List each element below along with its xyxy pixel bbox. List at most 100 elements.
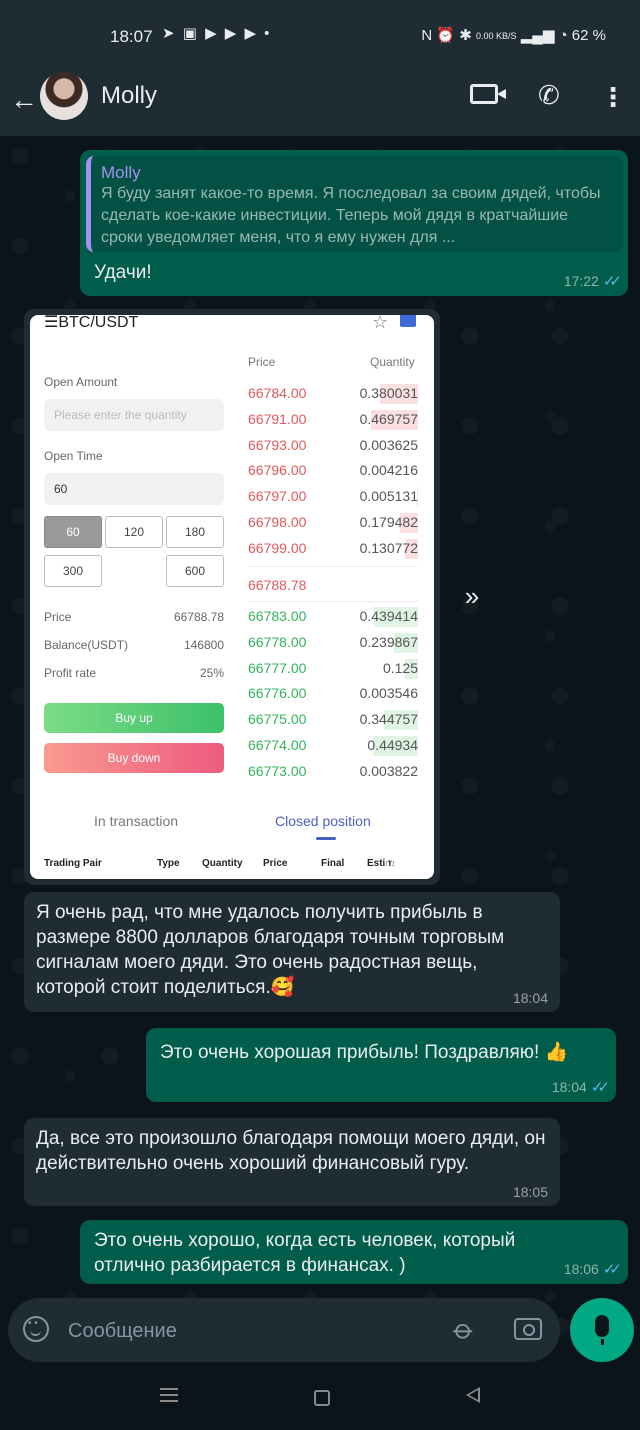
orderbook-row: 66799.00 0.130772 <box>248 537 418 561</box>
order-price: 66791.00 <box>248 410 307 427</box>
price-label: Price <box>44 610 72 624</box>
buy-down-button: Buy down <box>44 743 224 773</box>
orderbook-row: 66783.00 0.439414 <box>248 605 418 629</box>
order-price: 66773.00 <box>248 762 307 779</box>
order-quantity: 0.469757 <box>359 410 418 427</box>
more-options-icon[interactable]: ⋮ <box>600 82 626 113</box>
message-meta: 17:22 ✓✓ <box>563 272 622 290</box>
message-bubble-incoming[interactable]: Да, все это произошло благодаря помощи м… <box>24 1118 560 1206</box>
table-header: Trading Pair <box>44 858 102 869</box>
order-price: 66774.00 <box>248 737 307 753</box>
balance-label: Balance(USDT) <box>44 638 129 652</box>
pair-title: ☰BTC/USDT <box>44 315 139 331</box>
order-quantity: 0.344757 <box>359 711 418 728</box>
order-price: 66777.00 <box>248 659 307 676</box>
home-icon[interactable] <box>314 1390 330 1406</box>
profit-value: 25% <box>199 666 224 680</box>
order-price: 66783.00 <box>248 608 307 624</box>
time-option: 600 <box>166 555 224 587</box>
order-price: 66793.00 <box>248 436 307 453</box>
order-quantity: 0.003546 <box>359 685 418 702</box>
status-time: 18:07 <box>110 27 153 46</box>
message-time: 18:05 <box>512 1184 548 1200</box>
avatar[interactable] <box>40 72 88 120</box>
message-bubble-outgoing[interactable]: Это очень хорошая прибыль! Поздравляю! 👍… <box>146 1028 616 1102</box>
order-price: 66776.00 <box>248 685 307 702</box>
image-message[interactable]: ☰BTC/USDT ☆ Open Amount Please enter the… <box>24 309 440 885</box>
order-quantity: 0.439414 <box>359 608 418 624</box>
table-header: Final <box>321 858 345 869</box>
quoted-message[interactable]: Molly Я буду занят какое-то время. Я пос… <box>86 156 622 252</box>
open-time-label: Open Time <box>44 449 103 463</box>
profit-label: Profit rate <box>44 666 97 680</box>
order-price: 66799.00 <box>248 539 307 556</box>
time-option: 180 <box>166 516 224 548</box>
table-header: Type <box>157 858 180 869</box>
battery-percent: 62 % <box>571 27 606 44</box>
order-quantity: 0.380031 <box>359 385 418 401</box>
message-time: 18:06 <box>563 1261 599 1277</box>
message-composer: ⌀ <box>8 1298 560 1364</box>
message-time: 18:03 <box>383 856 419 872</box>
quantity-field: Please enter the quantity <box>44 399 224 431</box>
voice-record-button[interactable] <box>570 1298 634 1362</box>
attach-icon[interactable]: ⌀ <box>447 1312 482 1347</box>
chat-header: ← Molly ✆ ⋮ <box>0 72 640 136</box>
net-speed: 0.00 KB/S <box>475 30 517 41</box>
orderbook-row: 66776.00 0.003546 <box>248 682 418 706</box>
time-option: 60 <box>44 516 102 548</box>
orderbook-row: 66775.00 0.344757 <box>248 708 418 732</box>
orderbook-row: 66784.00 0.380031 <box>248 382 418 406</box>
order-quantity: 0.239867 <box>359 633 418 650</box>
video-call-icon[interactable] <box>470 84 506 104</box>
orderbook-price-header: Price <box>248 355 276 369</box>
open-amount-label: Open Amount <box>44 375 118 389</box>
orderbook-divider <box>248 601 418 602</box>
message-time: 18:04 <box>512 990 548 1006</box>
contact-name[interactable]: Molly <box>101 82 157 110</box>
camera-icon[interactable] <box>514 1318 542 1340</box>
message-bubble-outgoing[interactable]: Это очень хорошо, когда есть человек, ко… <box>80 1220 628 1284</box>
read-ticks-icon: ✓✓ <box>602 273 622 290</box>
message-time: 17:22 <box>563 273 599 289</box>
star-icon: ☆ <box>372 315 389 332</box>
read-ticks-icon: ✓✓ <box>602 1261 622 1278</box>
orderbook-row: 66791.00 0.469757 <box>248 408 418 432</box>
emoji-icon[interactable] <box>23 1316 49 1342</box>
mic-icon <box>595 1315 609 1345</box>
orderbook-row: 66778.00 0.239867 <box>248 631 418 655</box>
order-price: 66775.00 <box>248 711 307 728</box>
status-right: N ⏰ ✱ 0.00 KB/S ▂▄▆ ◔ 62 % <box>421 26 606 44</box>
bluetooth-icon: ✱ <box>459 27 472 44</box>
quote-author: Molly <box>101 163 141 182</box>
trading-screenshot[interactable]: ☰BTC/USDT ☆ Open Amount Please enter the… <box>30 315 434 879</box>
order-quantity: 0.003625 <box>359 436 418 453</box>
message-bubble-reply[interactable]: Molly Я буду занят какое-то время. Я пос… <box>80 150 628 296</box>
orderbook-row: 66797.00 0.005131 <box>248 485 418 509</box>
message-bubble-incoming[interactable]: Я очень рад, что мне удалось получить пр… <box>24 892 560 1012</box>
forward-icon[interactable]: » <box>452 581 492 617</box>
order-price: 66797.00 <box>248 488 307 505</box>
message-meta: 18:04 ✓✓ <box>552 1078 610 1096</box>
order-price: 66778.00 <box>248 633 307 650</box>
message-text: Да, все это произошло благодаря помощи м… <box>36 1128 546 1174</box>
time-option: 300 <box>44 555 102 587</box>
status-bar: 18:07 ➤ ▣ ▶ ▶ ▶ • N ⏰ ✱ 0.00 KB/S ▂▄▆ ◔ … <box>0 0 640 72</box>
back-arrow-icon[interactable]: ← <box>10 84 38 116</box>
back-icon[interactable] <box>466 1387 480 1403</box>
phone-call-icon[interactable]: ✆ <box>538 80 560 111</box>
message-input[interactable] <box>66 1298 430 1364</box>
orderbook-row: 66774.00 0.44934 <box>248 734 418 758</box>
system-nav-bar <box>0 1368 640 1430</box>
message-text: Это очень хорошая прибыль! Поздравляю! 👍 <box>160 1042 569 1063</box>
read-ticks-icon: ✓✓ <box>590 1079 610 1096</box>
nfc-icon: N <box>421 27 433 44</box>
orderbook-row: 66796.00 0.004216 <box>248 459 418 483</box>
message-text: Это очень хорошо, когда есть человек, ко… <box>94 1230 516 1276</box>
order-quantity: 0.125 <box>382 659 418 676</box>
order-quantity: 0.179482 <box>359 514 418 530</box>
orderbook-row: 66777.00 0.125 <box>248 657 418 681</box>
message-meta: 18:06 ✓✓ <box>563 1260 622 1278</box>
recent-apps-icon[interactable] <box>160 1388 178 1402</box>
order-quantity: 0.44934 <box>367 737 418 753</box>
